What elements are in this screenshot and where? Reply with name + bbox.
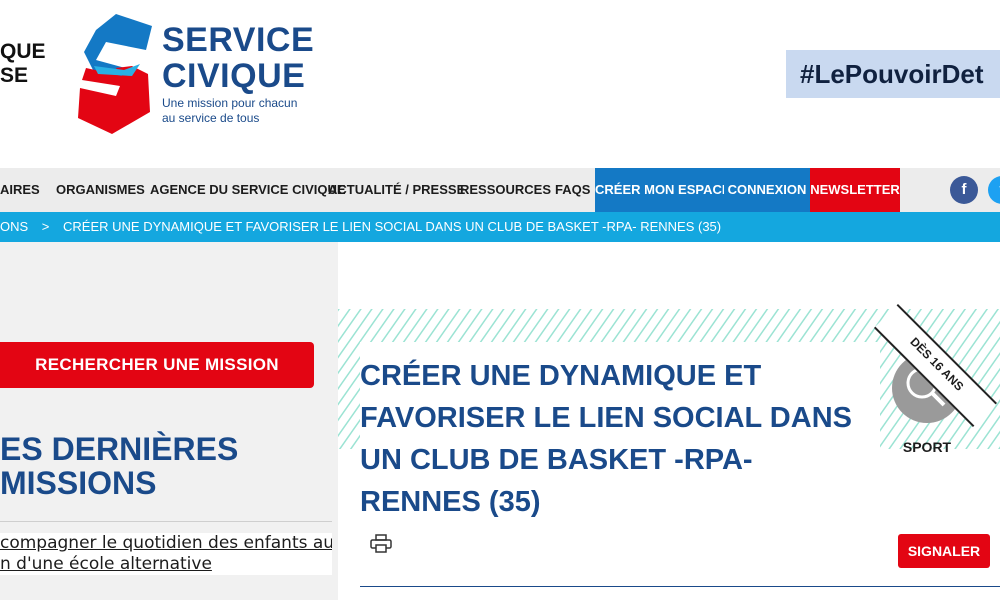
report-button[interactable]: SIGNALER [898, 534, 990, 568]
breadcrumb-separator: > [41, 219, 50, 234]
nav-item-faqs[interactable]: FAQS [555, 168, 590, 212]
mission-title-line-4: RENNES (35) [360, 486, 541, 518]
latest-item-line-1: compagner le quotidien des enfants au [0, 533, 332, 553]
twitter-icon[interactable]: t [988, 176, 1000, 204]
nav-item-organismes[interactable]: ORGANISMES [56, 168, 145, 212]
nav-item-agence[interactable]: AGENCE DU SERVICE CIVIQUE [150, 168, 346, 212]
latest-title-line-2: MISSIONS [0, 465, 157, 501]
newsletter-button[interactable]: NEWSLETTER [810, 168, 900, 212]
mission-title-line-3: UN CLUB DE BASKET -RPA- [360, 444, 753, 476]
gov-logo-line-1: QUE [0, 40, 46, 63]
search-mission-button[interactable]: RECHERCHER UNE MISSION [0, 342, 314, 388]
government-logo[interactable]: QUE SE [0, 40, 46, 90]
breadcrumb-previous[interactable]: ONS [0, 219, 28, 234]
hashtag-banner[interactable]: #LePouvoirDet [786, 50, 1000, 98]
tagline-line-1: Une mission pour chacun [162, 96, 298, 110]
site-header: QUE SE SERVICE CIVIQUE Une mission pour … [0, 0, 1000, 168]
nav-item-partial[interactable]: AIRES [0, 168, 40, 212]
breadcrumb: ONS > CRÉER UNE DYNAMIQUE ET FAVORISER L… [0, 212, 1000, 242]
main-navigation: AIRES ORGANISMES AGENCE DU SERVICE CIVIQ… [0, 168, 1000, 212]
service-civique-logo-icon[interactable] [76, 12, 156, 136]
breadcrumb-current: CRÉER UNE DYNAMIQUE ET FAVORISER LE LIEN… [63, 219, 722, 234]
mission-title-line-1: CRÉER UNE DYNAMIQUE ET [360, 360, 762, 392]
mission-title-line-2: FAVORISER LE LIEN SOCIAL DANS [360, 402, 852, 434]
create-space-button[interactable]: CRÉER MON ESPACE [595, 168, 731, 212]
printer-icon[interactable] [370, 534, 392, 554]
divider [360, 586, 1000, 587]
facebook-icon[interactable]: f [950, 176, 978, 204]
latest-missions-title: ES DERNIÈRES MISSIONS [0, 432, 330, 500]
mission-title: CRÉER UNE DYNAMIQUE ET FAVORISER LE LIEN… [360, 355, 860, 523]
divider [0, 521, 332, 522]
brand-name-line-2: CIVIQUE [162, 57, 306, 95]
mission-main: CRÉER UNE DYNAMIQUE ET FAVORISER LE LIEN… [338, 242, 1000, 600]
tagline-line-2: au service de tous [162, 111, 260, 125]
sidebar: RECHERCHER UNE MISSION ES DERNIÈRES MISS… [0, 242, 338, 600]
latest-title-line-1: ES DERNIÈRES [0, 431, 239, 467]
brand-tagline: Une mission pour chacun au service de to… [162, 96, 302, 126]
latest-item-line-2: n d'une école alternative [0, 554, 212, 574]
category-label: SPORT [902, 439, 952, 455]
brand-name[interactable]: SERVICE CIVIQUE [162, 21, 315, 95]
nav-item-actualite[interactable]: ACTUALITÉ / PRESSE [328, 168, 465, 212]
login-button[interactable]: CONNEXION [724, 168, 810, 212]
brand-name-line-1: SERVICE [162, 21, 315, 59]
latest-mission-link[interactable]: compagner le quotidien des enfants au n … [0, 533, 332, 575]
nav-item-ressources[interactable]: RESSOURCES [460, 168, 551, 212]
gov-logo-line-2: SE [0, 64, 29, 87]
